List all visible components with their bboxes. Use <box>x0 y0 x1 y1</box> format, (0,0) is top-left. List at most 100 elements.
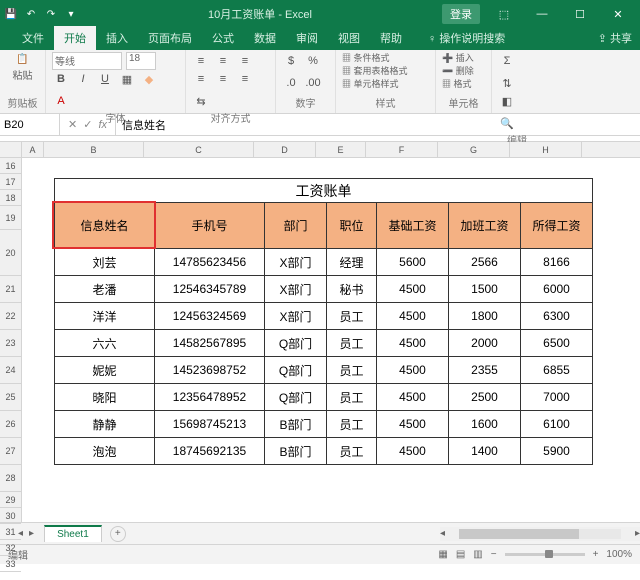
close-icon[interactable]: ✕ <box>600 0 636 28</box>
table-cell[interactable]: 6300 <box>521 303 593 330</box>
row-header-21[interactable]: 21 <box>0 276 21 303</box>
table-cell[interactable]: 员工 <box>327 357 377 384</box>
zoom-in-icon[interactable]: + <box>593 549 599 560</box>
table-cell[interactable]: 4500 <box>377 411 449 438</box>
table-cell[interactable]: Q部门 <box>265 384 327 411</box>
table-cell[interactable]: 14582567895 <box>155 330 265 357</box>
cell-styles-button[interactable]: ▦ 单元格样式 <box>342 78 429 91</box>
tab-home[interactable]: 开始 <box>54 26 96 50</box>
table-cell[interactable]: 2000 <box>449 330 521 357</box>
row-header-23[interactable]: 23 <box>0 330 21 357</box>
paste-button[interactable]: 📋 粘贴 <box>6 52 39 84</box>
tab-data[interactable]: 数据 <box>244 26 286 50</box>
table-cell[interactable]: Q部门 <box>265 330 327 357</box>
scroll-left-icon[interactable]: ◂ <box>440 528 445 539</box>
maximize-icon[interactable]: ☐ <box>562 0 598 28</box>
view-normal-icon[interactable]: ▦ <box>438 549 447 560</box>
row-header-30[interactable]: 30 <box>0 508 21 524</box>
table-cell[interactable]: 秘书 <box>327 276 377 303</box>
table-cell[interactable]: 刘芸 <box>55 249 155 276</box>
tell-me[interactable]: ♀ 操作说明搜索 <box>418 26 515 50</box>
tab-review[interactable]: 审阅 <box>286 26 328 50</box>
row-header-26[interactable]: 26 <box>0 411 21 438</box>
table-cell[interactable]: 泡泡 <box>55 438 155 465</box>
tab-layout[interactable]: 页面布局 <box>138 26 202 50</box>
table-cell[interactable]: 4500 <box>377 438 449 465</box>
tab-insert[interactable]: 插入 <box>96 26 138 50</box>
format-button[interactable]: ▦ 格式 <box>442 78 485 91</box>
add-sheet-button[interactable]: + <box>110 526 126 542</box>
table-cell[interactable]: B部门 <box>265 438 327 465</box>
row-header-28[interactable]: 28 <box>0 465 21 492</box>
table-cell[interactable]: 1800 <box>449 303 521 330</box>
font-size-select[interactable]: 18 <box>126 52 156 70</box>
table-cell[interactable]: 15698745213 <box>155 411 265 438</box>
tab-view[interactable]: 视图 <box>328 26 370 50</box>
table-cell[interactable]: 6100 <box>521 411 593 438</box>
table-cell[interactable]: 静静 <box>55 411 155 438</box>
tab-file[interactable]: 文件 <box>12 26 54 50</box>
fill-color-icon[interactable]: ◆ <box>140 70 158 88</box>
table-cell[interactable]: X部门 <box>265 249 327 276</box>
view-break-icon[interactable]: ▥ <box>473 549 482 560</box>
dec-dec-icon[interactable]: .00 <box>304 74 322 92</box>
percent-icon[interactable]: % <box>304 52 322 70</box>
table-cell[interactable]: 员工 <box>327 411 377 438</box>
table-cell[interactable]: 5600 <box>377 249 449 276</box>
table-cell[interactable]: 4500 <box>377 276 449 303</box>
save-icon[interactable]: 💾 <box>4 7 18 21</box>
zoom-slider[interactable] <box>505 553 585 556</box>
table-cell[interactable]: 1500 <box>449 276 521 303</box>
table-cell[interactable]: 1400 <box>449 438 521 465</box>
worksheet[interactable]: 161718192021222324252627282930313233 ABC… <box>0 142 640 522</box>
enter-icon[interactable]: ✓ <box>83 118 92 131</box>
font-name-select[interactable]: 等线 <box>52 52 122 70</box>
table-cell[interactable]: 14523698752 <box>155 357 265 384</box>
table-cell[interactable]: 6855 <box>521 357 593 384</box>
row-header-32[interactable]: 32 <box>0 540 21 556</box>
row-header-17[interactable]: 17 <box>0 174 21 190</box>
table-cell[interactable]: 4500 <box>377 303 449 330</box>
cond-format-button[interactable]: ▦ 条件格式 <box>342 52 429 65</box>
delete-button[interactable]: ➖ 删除 <box>442 65 485 78</box>
col-header-C[interactable]: C <box>144 142 254 157</box>
tab-formulas[interactable]: 公式 <box>202 26 244 50</box>
dec-inc-icon[interactable]: .0 <box>282 74 300 92</box>
table-cell[interactable]: 员工 <box>327 330 377 357</box>
col-headers[interactable]: ABCDEFGH <box>22 142 640 158</box>
fill-icon[interactable]: ◧ <box>498 92 516 110</box>
table-cell[interactable]: 12356478952 <box>155 384 265 411</box>
row-header-22[interactable]: 22 <box>0 303 21 330</box>
table-cell[interactable]: 5900 <box>521 438 593 465</box>
zoom-out-icon[interactable]: − <box>491 549 497 560</box>
col-header-B[interactable]: B <box>44 142 144 157</box>
underline-icon[interactable]: U <box>96 70 114 88</box>
row-header-31[interactable]: 31 <box>0 524 21 540</box>
table-cell[interactable]: 经理 <box>327 249 377 276</box>
nav-next-icon[interactable]: ▸ <box>29 528 34 539</box>
table-cell[interactable]: 2500 <box>449 384 521 411</box>
table-cell[interactable]: 6500 <box>521 330 593 357</box>
align-mid-icon[interactable]: ≡ <box>214 52 232 70</box>
table-cell[interactable]: 老潘 <box>55 276 155 303</box>
row-headers[interactable]: 161718192021222324252627282930313233 <box>0 158 22 522</box>
table-cell[interactable]: 6000 <box>521 276 593 303</box>
table-cell[interactable]: Q部门 <box>265 357 327 384</box>
table-cell[interactable]: B部门 <box>265 411 327 438</box>
undo-icon[interactable]: ↶ <box>24 7 38 21</box>
bold-icon[interactable]: B <box>52 70 70 88</box>
currency-icon[interactable]: $ <box>282 52 300 70</box>
align-center-icon[interactable]: ≡ <box>214 70 232 88</box>
table-cell[interactable]: 12546345789 <box>155 276 265 303</box>
table-cell[interactable]: X部门 <box>265 276 327 303</box>
table-cell[interactable]: 4500 <box>377 357 449 384</box>
table-cell[interactable]: 洋洋 <box>55 303 155 330</box>
h-scroll-thumb[interactable] <box>459 529 579 539</box>
table-cell[interactable]: 4500 <box>377 384 449 411</box>
autosum-icon[interactable]: Σ <box>498 52 516 70</box>
merge-icon[interactable]: ⇆ <box>192 92 210 110</box>
scroll-right-icon[interactable]: ▸ <box>635 528 640 539</box>
table-cell[interactable]: 4500 <box>377 330 449 357</box>
font-color-icon[interactable]: A <box>52 92 70 110</box>
table-cell[interactable]: 员工 <box>327 438 377 465</box>
